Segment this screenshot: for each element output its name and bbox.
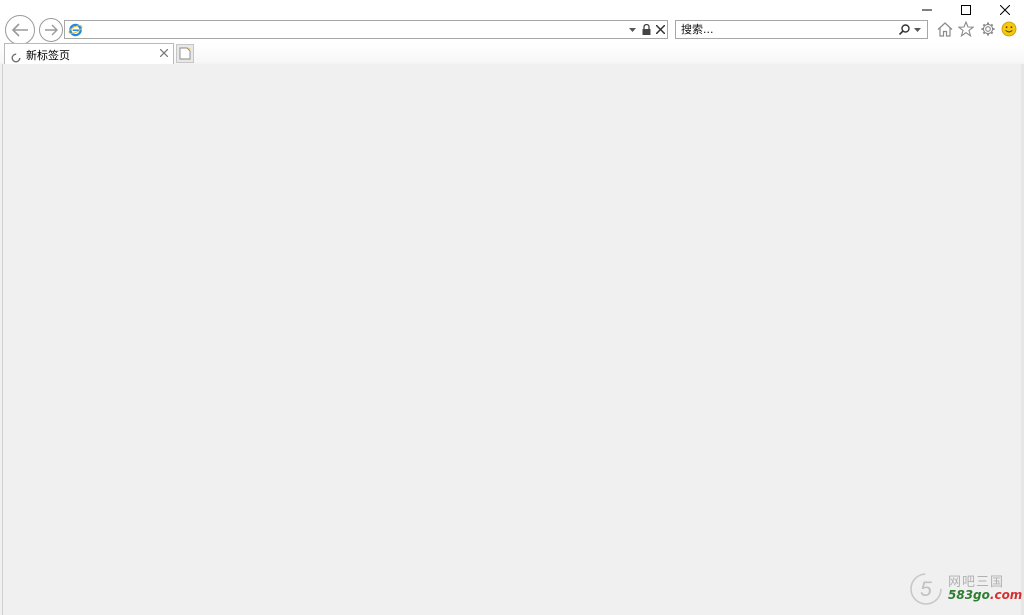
- forward-arrow-icon: [45, 24, 58, 36]
- address-dropdown-button[interactable]: [626, 21, 638, 38]
- close-icon: [160, 49, 168, 57]
- favorites-button[interactable]: [957, 20, 975, 38]
- watermark-url-main: 583go: [948, 588, 990, 602]
- address-bar: [64, 20, 668, 39]
- close-window-button[interactable]: [985, 0, 1024, 19]
- tab-title: 新标签页: [26, 49, 70, 62]
- search-icon: [898, 24, 910, 35]
- back-button[interactable]: [5, 15, 35, 45]
- watermark-circle-icon: 5: [910, 573, 942, 605]
- browser-chrome: 新标签页: [0, 0, 1024, 64]
- maximize-icon: [960, 4, 971, 15]
- window-controls: [907, 0, 1024, 19]
- dropdown-arrow-icon: [913, 27, 921, 32]
- internet-explorer-icon: [68, 22, 83, 41]
- minimize-button[interactable]: [907, 0, 946, 19]
- maximize-button[interactable]: [946, 0, 985, 19]
- stop-button[interactable]: [654, 21, 666, 38]
- tools-button[interactable]: [979, 20, 997, 38]
- tab-new-tab[interactable]: 新标签页: [4, 43, 174, 64]
- new-tab-icon: [179, 47, 191, 60]
- smiley-icon: [1001, 21, 1017, 37]
- search-input[interactable]: [681, 21, 886, 38]
- lock-icon: [640, 21, 652, 38]
- star-icon: [958, 21, 974, 37]
- page-content-area: [2, 64, 1022, 615]
- forward-button[interactable]: [39, 18, 63, 42]
- close-icon: [655, 25, 665, 34]
- search-bar: [675, 20, 928, 39]
- back-arrow-icon: [11, 23, 28, 37]
- search-button[interactable]: [897, 21, 911, 38]
- watermark-logo: 5 网吧三国 583go.com: [908, 571, 1022, 607]
- address-input[interactable]: [87, 21, 617, 38]
- dropdown-arrow-icon: [628, 27, 636, 32]
- watermark-url-tld: .com: [989, 588, 1023, 602]
- home-icon: [937, 21, 953, 37]
- home-button[interactable]: [936, 20, 954, 38]
- watermark-logo-glyph: 5: [920, 578, 932, 601]
- tab-close-button[interactable]: [158, 46, 170, 60]
- search-dropdown-button[interactable]: [911, 21, 923, 38]
- close-icon: [999, 4, 1010, 15]
- watermark-url: 583go.com: [948, 588, 1022, 602]
- minimize-icon: [921, 9, 932, 10]
- new-tab-button[interactable]: [176, 44, 194, 63]
- gear-icon: [981, 22, 995, 36]
- feedback-button[interactable]: [1000, 20, 1018, 38]
